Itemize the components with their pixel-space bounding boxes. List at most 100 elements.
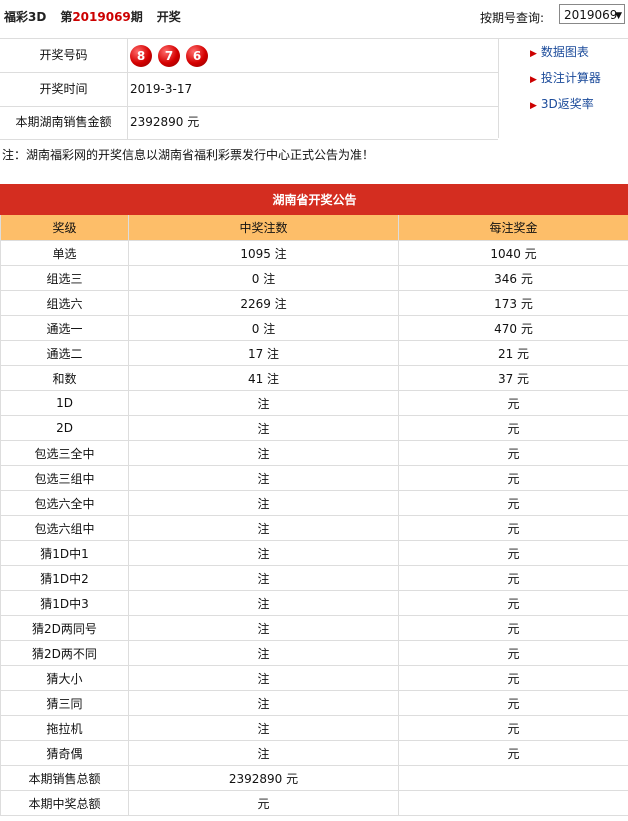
issue-select[interactable]: 2019069 ▼	[559, 4, 625, 24]
cell-prize: 470 元	[397, 315, 628, 341]
table-row: 和数 41 注 37 元	[0, 365, 628, 391]
number-ball: 8	[130, 44, 152, 67]
cell-prize: 元	[397, 490, 628, 516]
cell-prize: 元	[397, 640, 628, 666]
cell-level: 组选三	[0, 265, 129, 291]
cell-level: 猜2D两不同	[0, 640, 129, 666]
draw-time-value: 2019-3-17	[130, 82, 193, 96]
sales-label: 本期湖南销售金额	[0, 106, 128, 139]
link-calculator-label: 投注计算器	[540, 71, 601, 85]
issue-number: 2019069	[72, 10, 131, 24]
draw-time-row: 开奖时间 2019-3-17	[0, 73, 498, 107]
table-row: 包选三全中注元	[0, 440, 628, 466]
lottery-name: 福彩3D	[4, 10, 47, 24]
cell-prize: 元	[397, 590, 628, 616]
cell-count: 注	[128, 440, 399, 466]
cell-level: 1D	[0, 390, 129, 416]
cell-prize: 1040 元	[397, 240, 628, 266]
cell-prize: 21 元	[397, 340, 628, 366]
cell-level: 包选六全中	[0, 490, 129, 516]
triangle-right-icon: ▶	[530, 75, 537, 85]
notice-text: 注：湖南福彩网的开奖信息以湖南省福利彩票发行中心正式公告为准！	[2, 148, 375, 162]
cell-level: 猜1D中2	[0, 565, 129, 591]
link-calculator[interactable]: ▶ 投注计算器	[530, 70, 601, 96]
triangle-right-icon: ▶	[530, 101, 537, 111]
cell-level: 猜2D两同号	[0, 615, 129, 641]
table-row: 组选三 0 注 346 元	[0, 265, 628, 291]
total-prize-row: 本期中奖总额元	[0, 790, 628, 816]
link-chart[interactable]: ▶ 数据图表	[530, 44, 601, 70]
cell-level: 包选六组中	[0, 515, 129, 541]
issue-prefix: 第	[60, 10, 73, 24]
cell-count: 注	[128, 740, 399, 766]
cell-level: 通选一	[0, 315, 129, 341]
cell-level: 猜三同	[0, 690, 129, 716]
cell-count: 注	[128, 390, 399, 416]
cell-prize: 元	[397, 740, 628, 766]
cell-level: 猜1D中3	[0, 590, 129, 616]
table-row: 2D 注元	[0, 415, 628, 441]
cell-prize: 元	[397, 565, 628, 591]
table-row: 猜2D两不同注元	[0, 640, 628, 666]
cell-prize: 元	[397, 665, 628, 691]
cell-count: 注	[128, 590, 399, 616]
issue-suffix: 期	[130, 10, 143, 24]
cell-prize: 元	[397, 465, 628, 491]
cell-level: 猜奇偶	[0, 740, 129, 766]
cell-level: 猜1D中1	[0, 540, 129, 566]
total-sales-row-label: 本期销售总额	[0, 765, 129, 791]
draw-numbers-row: 开奖号码 876	[0, 39, 498, 73]
table-row: 包选三组中注元	[0, 465, 628, 491]
sales-value: 2392890 元	[130, 115, 200, 129]
number-ball: 6	[186, 44, 208, 67]
cell-level: 包选三全中	[0, 440, 129, 466]
cell-count: 注	[128, 690, 399, 716]
triangle-right-icon: ▶	[530, 49, 537, 59]
cell-prize: 173 元	[397, 290, 628, 316]
cell-prize: 元	[397, 690, 628, 716]
cell-level: 猜大小	[0, 665, 129, 691]
cell-count: 0 注	[128, 265, 399, 291]
sales-row: 本期湖南销售金额 2392890 元	[0, 106, 498, 140]
link-return-rate[interactable]: ▶ 3D返奖率	[530, 96, 601, 122]
table-row: 猜奇偶注元	[0, 740, 628, 766]
cell-count: 注	[128, 515, 399, 541]
cell-prize: 元	[397, 390, 628, 416]
link-chart-label: 数据图表	[540, 45, 589, 59]
prize-table: 湖南省开奖公告 奖级 中奖注数 每注奖金 单选 1095 注 1040 元组选三 0 …	[0, 184, 628, 816]
draw-balls: 876	[130, 39, 214, 72]
table-row: 猜1D中1 注元	[0, 540, 628, 566]
total-sales-row: 本期销售总额 2392890 元	[0, 765, 628, 791]
table-row: 猜2D两同号注元	[0, 615, 628, 641]
col-header-level: 奖级	[0, 214, 129, 241]
cell-prize: 37 元	[397, 365, 628, 391]
cell-count: 注	[128, 415, 399, 441]
query-label: 按期号查询:	[480, 11, 545, 25]
table-row: 单选 1095 注 1040 元	[0, 240, 628, 266]
cell-count: 注	[128, 465, 399, 491]
cell-level: 组选六	[0, 290, 129, 316]
cell-level: 和数	[0, 365, 129, 391]
col-header-count: 中奖注数	[128, 214, 399, 241]
cell-count: 17 注	[128, 340, 399, 366]
cell-prize: 元	[397, 715, 628, 741]
cell-count: 注	[128, 640, 399, 666]
cell-prize: 元	[397, 440, 628, 466]
col-header-prize: 每注奖金	[397, 214, 628, 241]
cell-count: 1095 注	[128, 240, 399, 266]
cell-count: 注	[128, 540, 399, 566]
top-bar: 福彩3D 第2019069期 开奖 按期号查询: 2019069 ▼	[0, 0, 628, 34]
cell-count: 注	[128, 715, 399, 741]
table-caption: 湖南省开奖公告	[0, 184, 628, 215]
total-sales-row-value: 2392890 元	[128, 765, 399, 791]
cell-count: 注	[128, 490, 399, 516]
total-prize-row-empty	[397, 790, 628, 816]
table-row: 猜1D中2 注元	[0, 565, 628, 591]
cell-prize: 346 元	[397, 265, 628, 291]
table-row: 包选六组中注元	[0, 515, 628, 541]
table-row: 包选六全中注元	[0, 490, 628, 516]
page-title: 福彩3D 第2019069期 开奖	[4, 8, 181, 25]
cell-prize: 元	[397, 515, 628, 541]
info-divider	[498, 38, 499, 138]
number-ball: 7	[158, 44, 180, 67]
